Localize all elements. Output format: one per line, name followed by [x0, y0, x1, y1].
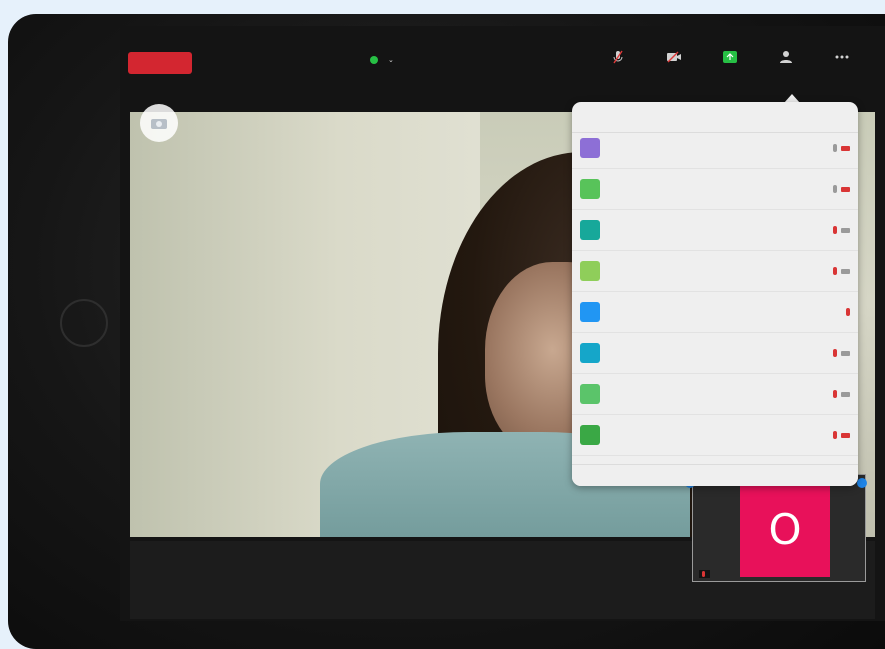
- mic-icon: [846, 308, 850, 316]
- participants-panel: [572, 102, 858, 486]
- participant-avatar: [580, 220, 600, 240]
- self-view-thumbnail[interactable]: O: [692, 474, 866, 582]
- participant-status: [810, 390, 850, 398]
- participant-status: [810, 308, 850, 316]
- video-camera-icon: [841, 350, 850, 356]
- participant-status: [810, 267, 850, 275]
- mic-icon: [610, 50, 626, 64]
- mic-icon: [833, 431, 837, 439]
- mic-icon: [833, 349, 837, 357]
- participant-avatar: [580, 343, 600, 363]
- participant-avatar: [580, 384, 600, 404]
- toolbar-participants[interactable]: [758, 50, 814, 67]
- mic-icon: [833, 226, 837, 234]
- participant-row[interactable]: [572, 333, 858, 374]
- video-camera-icon: [841, 391, 850, 397]
- participant-status: [810, 431, 850, 439]
- participant-avatar: [580, 138, 600, 158]
- participant-row[interactable]: [572, 210, 858, 251]
- participant-row[interactable]: [572, 251, 858, 292]
- participant-avatar: [580, 261, 600, 281]
- toolbar-more[interactable]: [814, 50, 870, 67]
- leave-button[interactable]: [128, 52, 192, 74]
- tablet-frame: ⌄ O: [8, 14, 885, 649]
- zoom-screen: ⌄ O: [120, 26, 885, 621]
- invite-button[interactable]: [572, 464, 858, 486]
- chevron-down-icon: ⌄: [388, 56, 394, 64]
- mic-icon: [833, 390, 837, 398]
- participant-status: [810, 185, 850, 193]
- home-button[interactable]: [60, 299, 108, 347]
- more-icon: [834, 50, 850, 64]
- video-camera-icon: [666, 50, 682, 64]
- share-screen-icon: [722, 50, 738, 64]
- resize-handle-right[interactable]: [857, 478, 867, 488]
- shield-icon: [370, 56, 378, 64]
- camera-switch-icon: [151, 119, 167, 129]
- participant-row[interactable]: [572, 128, 858, 169]
- participant-status: [810, 349, 850, 357]
- participants-icon: [778, 50, 794, 64]
- participant-avatar: [580, 302, 600, 322]
- muted-mic-icon: [702, 571, 705, 577]
- participant-row[interactable]: [572, 169, 858, 210]
- video-camera-icon: [841, 432, 850, 438]
- avatar-tile: O: [740, 481, 830, 577]
- video-camera-icon: [841, 186, 850, 192]
- toolbar-share[interactable]: [702, 50, 758, 67]
- participant-status: [810, 226, 850, 234]
- participant-status: [810, 144, 850, 152]
- thumbnail-name-label: [699, 570, 710, 578]
- toolbar: [590, 50, 870, 67]
- video-camera-icon: [841, 268, 850, 274]
- participant-avatar: [580, 425, 600, 445]
- meeting-title[interactable]: ⌄: [370, 56, 394, 64]
- toolbar-video[interactable]: [646, 50, 702, 67]
- mic-icon: [833, 185, 837, 193]
- video-camera-icon: [841, 145, 850, 151]
- mic-icon: [833, 267, 837, 275]
- mic-icon: [833, 144, 837, 152]
- participant-row[interactable]: [572, 374, 858, 415]
- video-camera-icon: [841, 227, 850, 233]
- participant-row[interactable]: [572, 292, 858, 333]
- participant-avatar: [580, 179, 600, 199]
- participants-list: [572, 128, 858, 486]
- participant-row[interactable]: [572, 415, 858, 456]
- switch-camera-button[interactable]: [140, 104, 178, 142]
- toolbar-mic[interactable]: [590, 50, 646, 67]
- avatar-letter: O: [768, 504, 802, 554]
